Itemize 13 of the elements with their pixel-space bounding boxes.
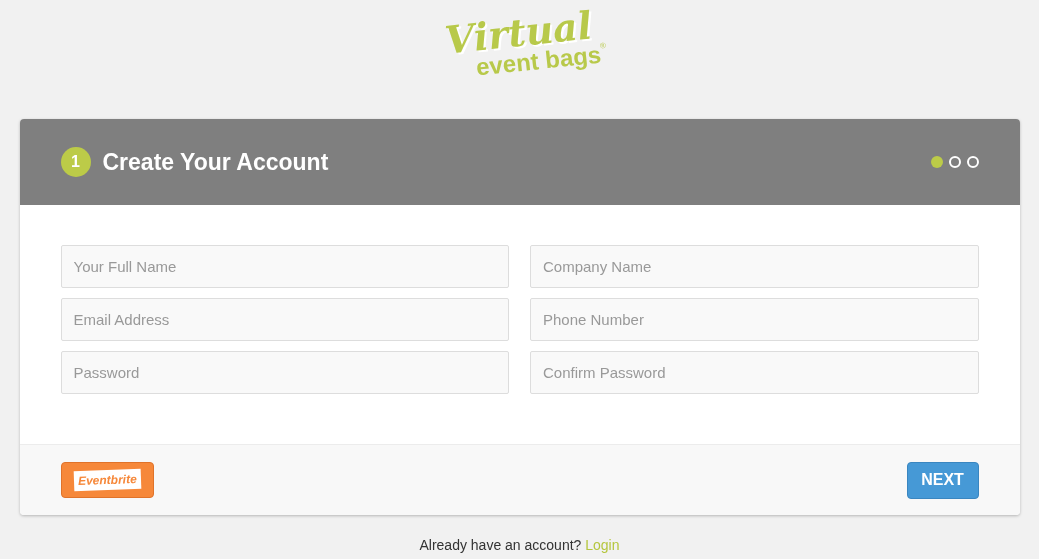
next-button[interactable]: NEXT	[906, 461, 979, 499]
registered-mark: ®	[599, 41, 607, 51]
text-field[interactable]: Password	[60, 351, 509, 394]
text-field[interactable]: Email Address	[60, 298, 509, 341]
eventbrite-button[interactable]: Eventbrite	[60, 462, 154, 498]
text-field[interactable]: Your Full Name	[60, 245, 509, 288]
text-field[interactable]: Confirm Password	[530, 351, 979, 394]
step-number: 1	[60, 147, 91, 177]
text-field[interactable]: Phone Number	[530, 298, 979, 341]
login-prompt: Already have an account? Login	[419, 536, 620, 555]
card-title: Create Your Account	[102, 147, 329, 177]
login-link[interactable]: Login	[585, 537, 620, 553]
text-field[interactable]: Company Name	[530, 245, 979, 288]
